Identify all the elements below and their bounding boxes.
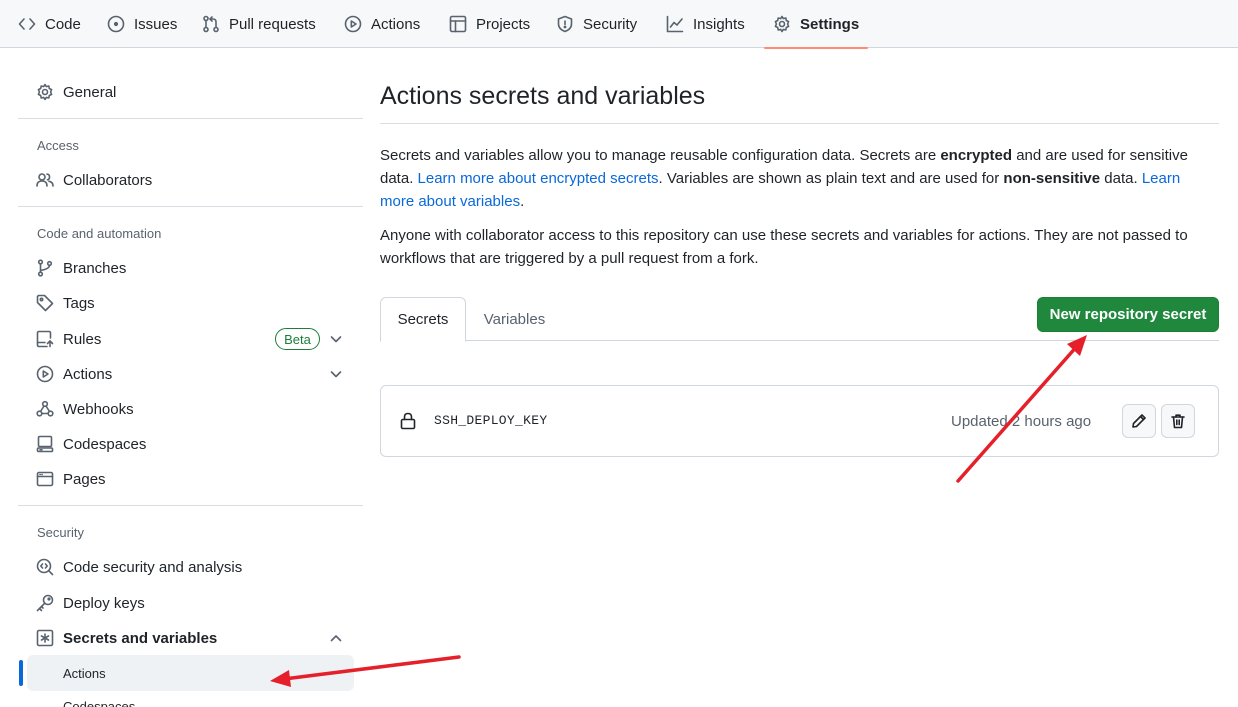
browser-icon [36, 471, 54, 487]
tab-security[interactable]: Security [556, 0, 637, 48]
sidebar-item-general[interactable]: General [36, 78, 116, 106]
tab-actions[interactable]: Actions [344, 0, 420, 48]
sidebar-item-rules-label: Rules [63, 330, 102, 348]
sidebar-divider [18, 206, 363, 207]
tab-pull-requests[interactable]: Pull requests [202, 0, 316, 48]
sidebar-item-codespaces-label: Codespaces [63, 435, 147, 453]
delete-secret-button[interactable] [1161, 404, 1195, 438]
sidebar-item-general-label: General [63, 83, 117, 101]
sidebar-item-deploy-keys-label: Deploy keys [63, 594, 145, 612]
intro-paragraph: Secrets and variables allow you to manag… [380, 144, 1210, 213]
beta-badge: Beta [275, 328, 320, 350]
sidebar-item-webhooks[interactable]: Webhooks [36, 395, 134, 423]
intro-bold-encrypted: encrypted [940, 147, 1013, 164]
trash-icon [1171, 414, 1185, 429]
table-icon [449, 15, 467, 33]
codescan-icon [36, 558, 54, 576]
chevron-down-icon[interactable] [328, 331, 344, 347]
edit-secret-button[interactable] [1122, 404, 1156, 438]
sidebar-heading-access: Access [37, 138, 79, 153]
sidebar-item-branches-label: Branches [63, 259, 127, 277]
intro-bold-non-sensitive: non-sensitive [1003, 170, 1101, 187]
sidebar-item-tags-label: Tags [63, 294, 95, 312]
tab-insights[interactable]: Insights [666, 0, 745, 48]
sidebar-item-secrets-and-variables-label: Secrets and variables [63, 629, 218, 647]
sidebar-item-branches[interactable]: Branches [36, 254, 126, 282]
sidebar-item-code-security[interactable]: Code security and analysis [36, 553, 242, 581]
asterisk-icon [36, 629, 54, 647]
sidebar-item-tags[interactable]: Tags [36, 289, 95, 317]
secret-updated-time: Updated 2 hours ago [951, 413, 1092, 430]
sidebar-item-webhooks-label: Webhooks [63, 400, 134, 418]
sidebar-item-pages[interactable]: Pages [36, 465, 106, 493]
gear-icon [774, 15, 790, 33]
tab-settings[interactable]: Settings [763, 0, 869, 49]
shield-icon [557, 15, 573, 33]
tab-issues-label: Issues [134, 15, 178, 33]
tab-settings-label: Settings [800, 15, 860, 33]
tab-projects[interactable]: Projects [449, 0, 530, 48]
active-indicator [19, 660, 23, 686]
chevron-down-icon[interactable] [328, 366, 344, 382]
play-icon [344, 15, 362, 33]
tab-security-label: Security [583, 15, 638, 33]
intro-text-3: . Variables are shown as plain text and … [658, 170, 1004, 187]
sidebar-subitem-codespaces[interactable]: Codespaces [63, 699, 135, 707]
sidebar-item-codespaces[interactable]: Codespaces [36, 430, 146, 458]
lock-icon [400, 412, 416, 430]
tag-icon [36, 294, 54, 312]
tab-secrets[interactable]: Secrets [380, 297, 466, 342]
sidebar-heading-security: Security [37, 525, 84, 540]
intro-text-5: . [520, 193, 525, 210]
sidebar-divider [18, 118, 363, 119]
intro-text-4: data. [1100, 170, 1142, 187]
sidebar-item-code-security-label: Code security and analysis [63, 558, 243, 576]
sidebar-heading-code-automation: Code and automation [37, 226, 162, 241]
key-icon [36, 594, 54, 612]
sidebar-item-collaborators-label: Collaborators [63, 171, 153, 189]
issue-opened-icon [107, 15, 125, 33]
sidebar-item-collaborators[interactable]: Collaborators [36, 166, 152, 194]
tab-pull-requests-label: Pull requests [229, 15, 316, 33]
secret-row: SSH_DEPLOY_KEY Updated 2 hours ago [380, 385, 1219, 457]
tab-code-label: Code [45, 15, 81, 33]
intro-text-1: Secrets and variables allow you to manag… [380, 147, 941, 164]
codespaces-icon [36, 435, 54, 453]
new-repository-secret-button[interactable]: New repository secret [1037, 297, 1219, 332]
tab-projects-label: Projects [476, 15, 531, 33]
repo-push-icon [36, 330, 54, 348]
tab-code[interactable]: Code [18, 0, 81, 48]
page-title: Actions secrets and variables [380, 82, 706, 110]
sidebar-item-deploy-keys[interactable]: Deploy keys [36, 589, 145, 617]
tab-issues[interactable]: Issues [107, 0, 177, 48]
chevron-up-icon[interactable] [328, 630, 344, 646]
sidebar-item-secrets-and-variables[interactable]: Secrets and variables [36, 624, 217, 652]
graph-icon [666, 15, 684, 33]
repo-nav: Code Issues Pull requests Actions Projec… [0, 0, 1238, 49]
git-branch-icon [37, 259, 53, 277]
git-pull-request-icon [203, 15, 219, 33]
sidebar-item-rules[interactable]: Rules [36, 325, 101, 353]
settings-sidebar: General Access Collaborators Code and au… [18, 48, 363, 707]
tab-variables[interactable]: Variables [478, 297, 551, 341]
learn-encrypted-secrets-link[interactable]: Learn more about encrypted secrets [418, 170, 659, 187]
play-icon [36, 365, 54, 383]
gear-icon [37, 83, 53, 101]
code-icon [18, 18, 36, 30]
webhook-icon [36, 400, 54, 417]
pencil-icon [1132, 414, 1146, 428]
sidebar-divider [18, 505, 363, 506]
notice-paragraph: Anyone with collaborator access to this … [380, 227, 1188, 267]
sidebar-item-pages-label: Pages [63, 470, 106, 488]
tab-actions-label: Actions [371, 15, 421, 33]
people-icon [36, 173, 54, 187]
sidebar-subitem-actions[interactable]: Actions [63, 666, 106, 681]
title-divider [380, 123, 1219, 124]
sidebar-item-actions[interactable]: Actions [36, 360, 112, 388]
sidebar-item-actions-label: Actions [63, 365, 113, 383]
tab-insights-label: Insights [693, 15, 745, 33]
secret-name: SSH_DEPLOY_KEY [434, 413, 548, 428]
